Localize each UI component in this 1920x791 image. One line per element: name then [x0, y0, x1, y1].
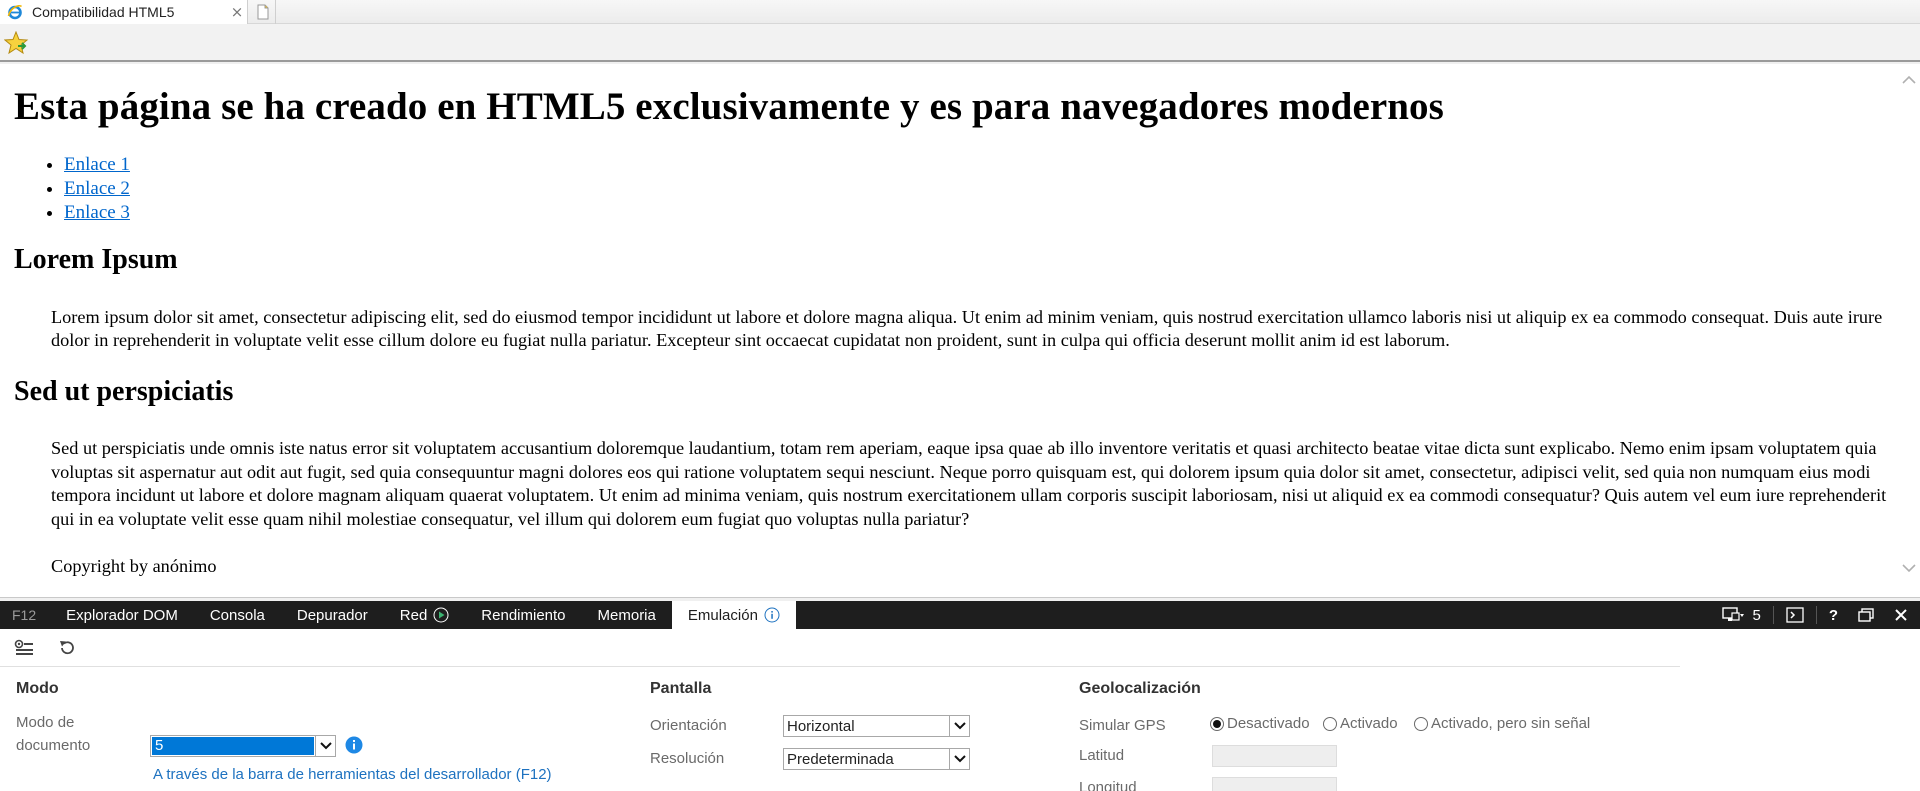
tab-console[interactable]: Consola — [194, 601, 281, 629]
browser-tab-active[interactable]: Compatibilidad HTML5 × — [0, 0, 248, 24]
orientation-value: Horizontal — [787, 717, 855, 735]
tab-emulation-label: Emulación — [687, 606, 758, 624]
gps-option-label: Activado — [1340, 715, 1398, 732]
section-lorem-title: Lorem Ipsum — [14, 243, 178, 275]
link-3[interactable]: Enlace 3 — [64, 202, 130, 223]
tab-emulation[interactable]: Emulación — [671, 601, 796, 629]
gps-radio-no-signal[interactable]: Activado, pero sin señal — [1414, 715, 1590, 732]
copyright-text: Copyright by anónimo — [51, 556, 217, 577]
devtools-tab-bar: F12 Explorador DOM Consola Depurador Red… — [0, 601, 1920, 629]
console-icon — [1786, 607, 1804, 623]
gps-radio-off[interactable]: Desactivado — [1210, 715, 1310, 732]
gps-option-label: Activado, pero sin señal — [1431, 715, 1591, 732]
chevron-down-icon — [949, 716, 969, 736]
console-toggle-button[interactable] — [1776, 601, 1814, 629]
section-lorem-text: Lorem ipsum dolor sit amet, consectetur … — [51, 306, 1883, 351]
page-heading: Esta página se ha creado en HTML5 exclus… — [14, 85, 1444, 128]
gps-option-label: Desactivado — [1227, 715, 1310, 732]
radio-unselected — [1323, 716, 1337, 731]
internet-explorer-icon — [4, 1, 26, 23]
add-favorite-star-icon[interactable] — [3, 30, 30, 55]
browser-tab-title: Compatibilidad HTML5 — [32, 4, 175, 20]
help-button[interactable]: ? — [1819, 601, 1848, 629]
doc-mode-source-link[interactable]: A través de la barra de herramientas del… — [153, 766, 552, 783]
favorites-bar — [0, 24, 1920, 62]
browser-tab-bar: Compatibilidad HTML5 × — [0, 0, 1920, 24]
screen-section-title: Pantalla — [650, 680, 712, 697]
f12-label: F12 — [12, 607, 37, 623]
resolution-select[interactable]: Predeterminada — [783, 748, 970, 770]
undock-button[interactable] — [1848, 601, 1884, 629]
radio-selected — [1210, 716, 1224, 731]
reset-button[interactable] — [55, 637, 79, 659]
resolution-label: Resolución — [650, 750, 725, 767]
link-2[interactable]: Enlace 2 — [64, 178, 130, 199]
list-item: Enlace 2 — [64, 177, 1884, 201]
page-scrollbar[interactable] — [1898, 64, 1920, 597]
chevron-down-icon — [949, 749, 969, 769]
resolution-value: Predeterminada — [787, 750, 894, 768]
latitude-label: Latitud — [1079, 747, 1125, 764]
divider — [1772, 606, 1774, 624]
doc-mode-label-line1: Modo de — [16, 714, 75, 731]
orientation-select[interactable]: Horizontal — [783, 715, 970, 737]
orientation-label: Orientación — [650, 717, 727, 734]
mode-section-title: Modo — [16, 680, 59, 697]
section-sed-title: Sed ut perspiciatis — [14, 375, 234, 407]
new-tab-button[interactable] — [250, 0, 276, 24]
target-selector[interactable]: 5 — [1712, 601, 1770, 629]
emulation-panel: Modo Modo de documento 5 A través de la … — [0, 629, 1920, 791]
tab-memory[interactable]: Memoria — [582, 601, 672, 629]
simulate-gps-label: Simular GPS — [1079, 717, 1166, 734]
devtools-controls: 5 ? — [1712, 601, 1920, 629]
tab-network-label: Red — [399, 606, 428, 624]
scroll-down-icon[interactable] — [1901, 562, 1917, 578]
doc-mode-select[interactable]: 5 — [150, 735, 336, 757]
scroll-up-icon[interactable] — [1901, 74, 1917, 90]
doc-mode-label-line2: documento — [16, 737, 91, 754]
emulation-toolbar — [0, 629, 1680, 667]
list-item: Enlace 1 — [64, 153, 1884, 177]
monitor-icon — [1722, 607, 1745, 621]
reset-icon — [60, 641, 74, 655]
tab-debugger[interactable]: Depurador — [281, 601, 384, 629]
chevron-down-icon — [315, 736, 335, 756]
tab-network[interactable]: Red — [384, 601, 466, 629]
close-tab-icon[interactable]: × — [227, 3, 247, 21]
latitude-input — [1212, 745, 1337, 767]
close-devtools-button[interactable] — [1884, 601, 1920, 629]
link-1[interactable]: Enlace 1 — [64, 154, 130, 175]
gps-radio-on[interactable]: Activado — [1323, 715, 1398, 732]
geolocation-section-title: Geolocalización — [1079, 680, 1201, 697]
radio-unselected — [1414, 716, 1428, 731]
info-icon — [764, 607, 780, 623]
settings-list-icon — [14, 639, 33, 655]
profile-settings-button[interactable] — [12, 637, 36, 659]
longitude-input — [1212, 777, 1337, 791]
doc-mode-value: 5 — [152, 737, 314, 755]
link-list: Enlace 1 Enlace 2 Enlace 3 — [64, 153, 1884, 225]
divider — [1815, 606, 1817, 624]
new-tab-icon — [257, 4, 268, 20]
close-icon — [1895, 609, 1907, 621]
target-count: 5 — [1752, 606, 1761, 624]
longitude-label: Longitud — [1079, 779, 1137, 791]
tab-dom-explorer[interactable]: Explorador DOM — [50, 601, 194, 629]
page-content: Esta página se ha creado en HTML5 exclus… — [14, 64, 1886, 579]
play-icon — [433, 607, 449, 623]
doc-mode-info-icon[interactable] — [345, 736, 363, 754]
section-sed-text: Sed ut perspiciatis unde omnis iste natu… — [51, 438, 1887, 529]
list-item: Enlace 3 — [64, 201, 1884, 225]
tab-performance[interactable]: Rendimiento — [465, 601, 581, 629]
restore-window-icon — [1858, 608, 1874, 622]
page-viewport: Esta página se ha creado en HTML5 exclus… — [0, 64, 1920, 598]
